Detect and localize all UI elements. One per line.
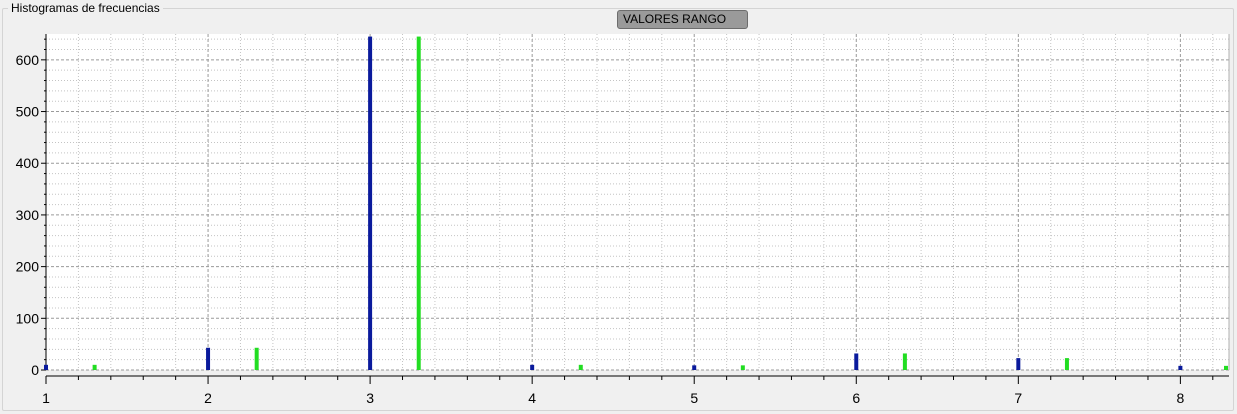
bar-series-2 bbox=[92, 364, 97, 370]
y-tick-label: 500 bbox=[16, 104, 40, 120]
y-tick-label: 100 bbox=[16, 310, 40, 326]
x-tick-label: 5 bbox=[690, 390, 698, 406]
bar-series-1 bbox=[530, 364, 535, 370]
bar-series-1 bbox=[1016, 358, 1021, 370]
x-tick-label: 2 bbox=[204, 390, 212, 406]
x-tick-label: 3 bbox=[366, 390, 374, 406]
bar-series-1 bbox=[854, 353, 859, 370]
plot-background bbox=[46, 34, 1229, 370]
bar-series-2 bbox=[416, 36, 421, 370]
x-tick-label: 1 bbox=[42, 390, 50, 406]
bar-series-2 bbox=[578, 364, 583, 370]
bar-series-2 bbox=[740, 365, 745, 370]
bar-series-1 bbox=[206, 347, 211, 370]
y-tick-label: 300 bbox=[16, 207, 40, 223]
bar-series-1 bbox=[1178, 365, 1183, 370]
y-tick-label: 600 bbox=[16, 52, 40, 68]
bar-series-2 bbox=[902, 353, 907, 370]
histogram-chart: 0 100 200 300 400 500 600 1 2 3 4 5 6 7 8 bbox=[16, 34, 1230, 406]
bar-series-1 bbox=[44, 364, 48, 370]
x-tick-label: 8 bbox=[1176, 390, 1184, 406]
bar-series-1 bbox=[692, 365, 697, 370]
bar-series-1 bbox=[368, 36, 373, 370]
x-tick-label: 6 bbox=[852, 390, 860, 406]
bar-series-2 bbox=[1224, 365, 1228, 370]
y-tick-label: 200 bbox=[16, 259, 40, 275]
x-tick-label: 7 bbox=[1014, 390, 1022, 406]
y-tick-label: 400 bbox=[16, 155, 40, 171]
bar-series-2 bbox=[1064, 358, 1069, 370]
x-tick-label: 4 bbox=[528, 390, 536, 406]
y-tick-label: 0 bbox=[31, 362, 39, 378]
bar-series-2 bbox=[254, 347, 259, 370]
